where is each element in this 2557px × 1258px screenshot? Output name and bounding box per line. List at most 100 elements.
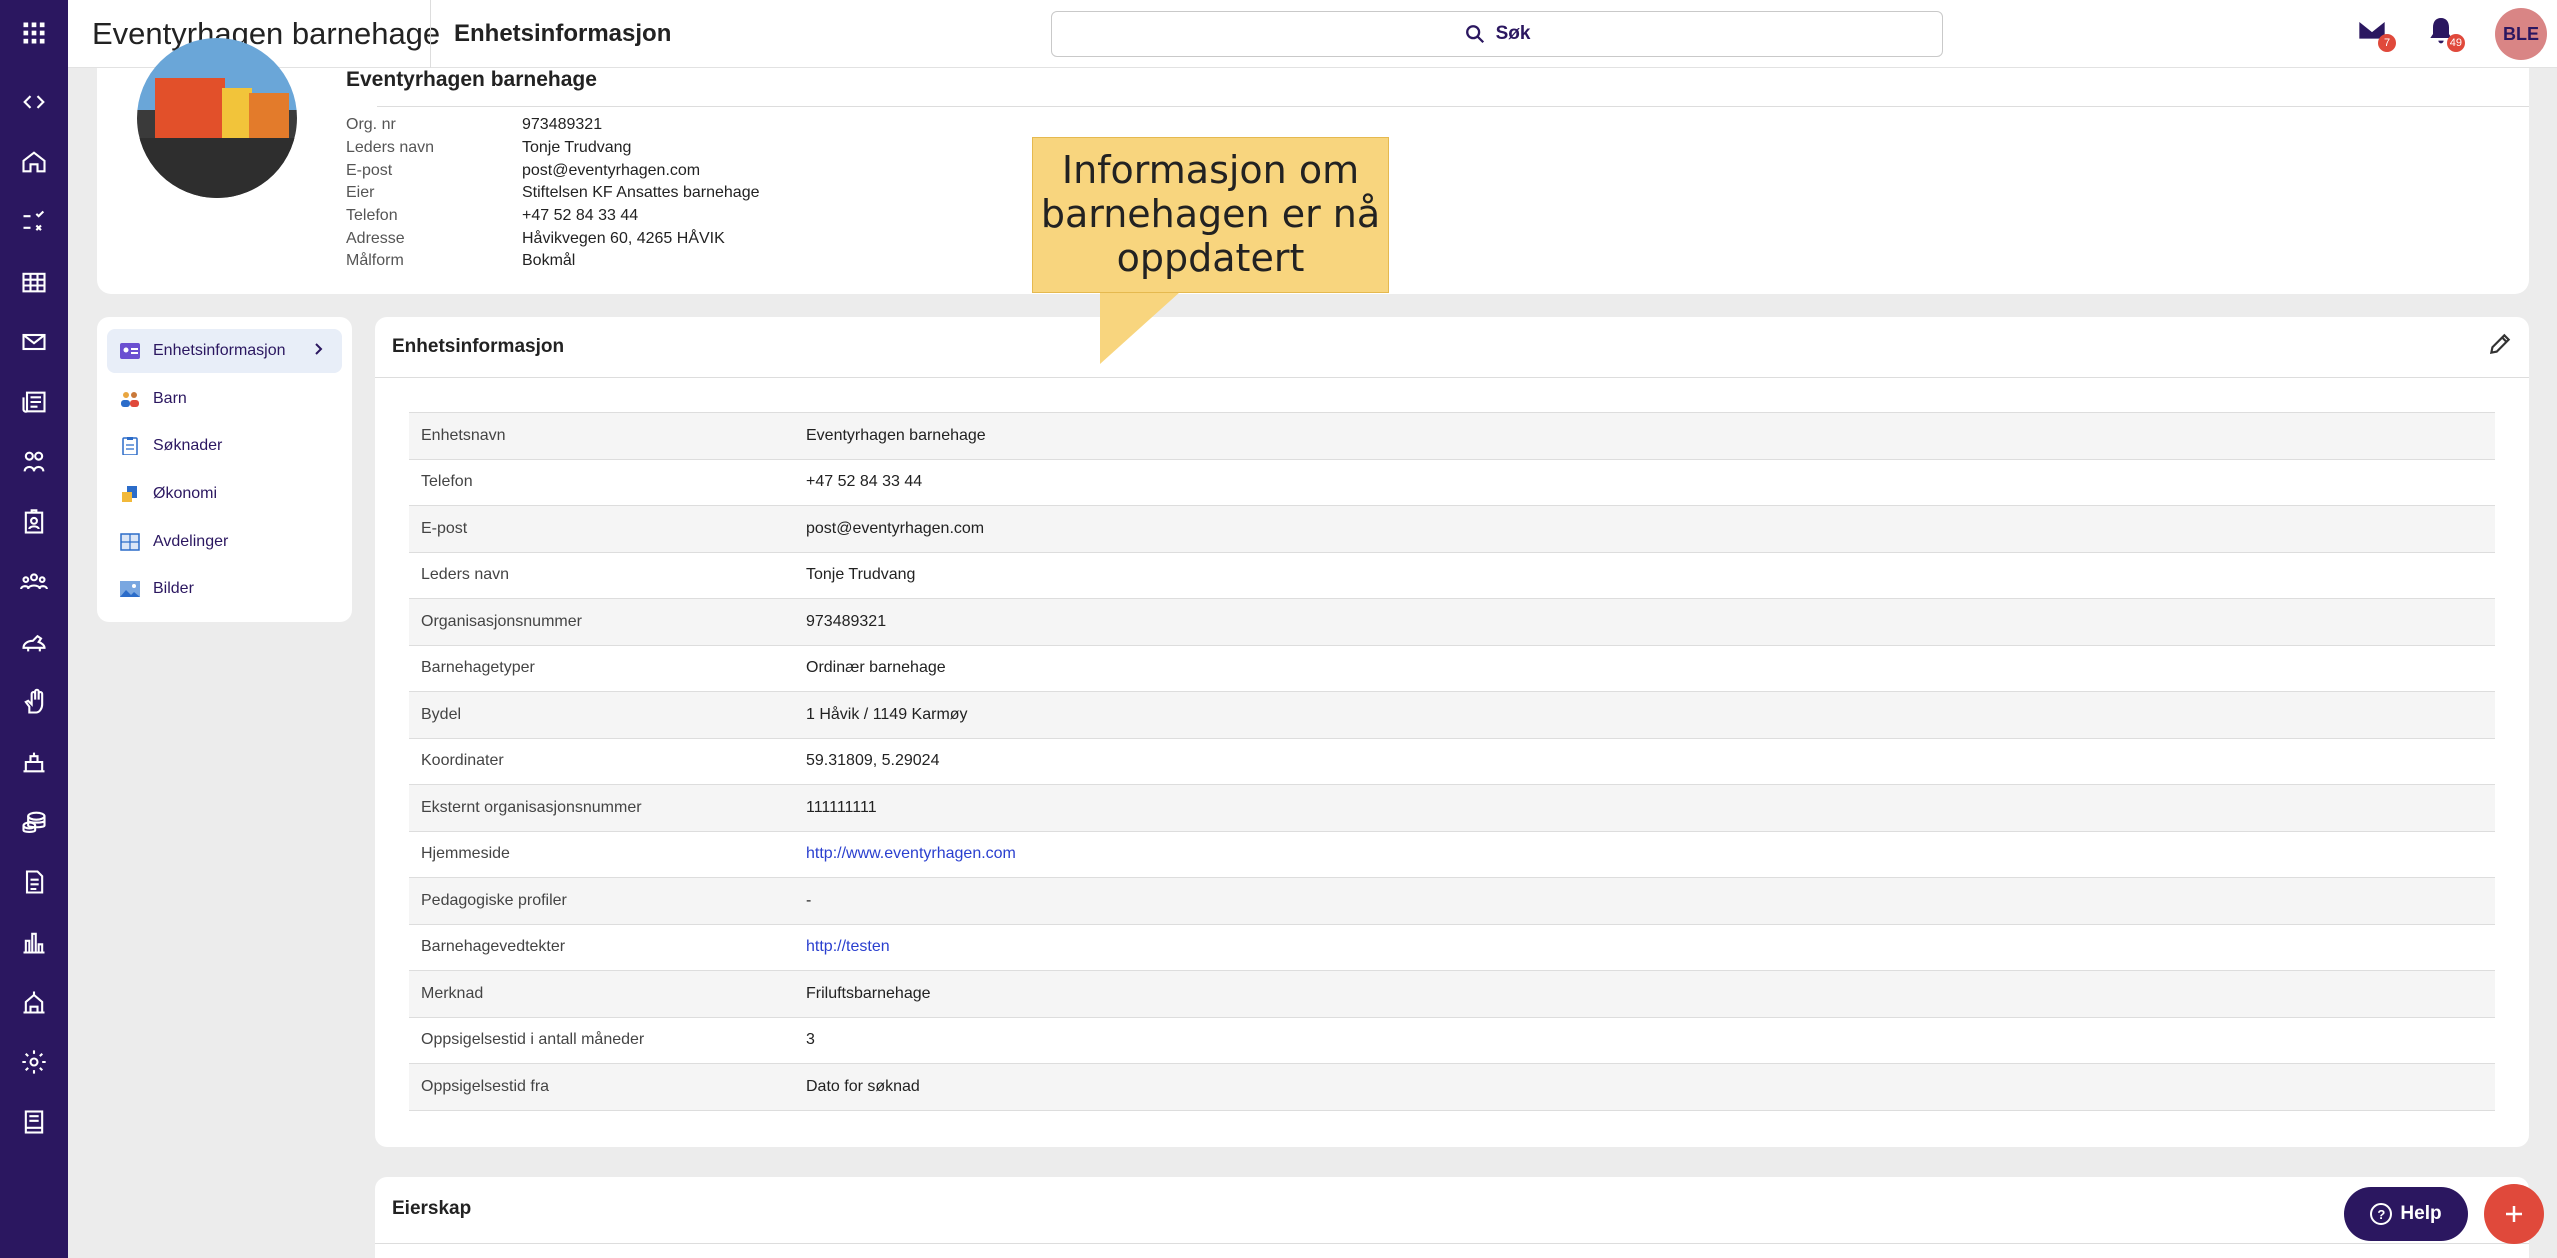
calendar-icon[interactable] [12, 260, 56, 304]
row-value: Eventyrhagen barnehage [806, 426, 986, 444]
table-row: Barnehagetyper Ordinær barnehage [409, 646, 2495, 692]
checklist-icon[interactable] [12, 200, 56, 244]
table-row: Koordinater 59.31809, 5.29024 [409, 739, 2495, 785]
row-value: post@eventyrhagen.com [806, 519, 985, 537]
building-icon[interactable] [12, 980, 56, 1024]
detail-value: Tonje Trudvang [522, 139, 632, 157]
book-icon[interactable] [12, 1100, 56, 1144]
menu-item-bilder[interactable]: Bilder [107, 567, 342, 611]
unit-name: Eventyrhagen barnehage [346, 68, 597, 91]
menu-item-label: Enhetsinformasjon [153, 342, 286, 359]
card-divider [375, 377, 2529, 378]
gear-icon[interactable] [12, 1040, 56, 1084]
row-label: Barnehagevedtekter [421, 938, 566, 956]
update-tooltip: Informasjon om barnehagen er nå oppdater… [1032, 137, 1389, 293]
add-button[interactable] [2484, 1184, 2544, 1244]
menu-item-label: Søknader [153, 437, 223, 455]
image-icon [120, 581, 140, 598]
left-rail [0, 0, 68, 1258]
user-avatar[interactable]: BLE [2495, 8, 2547, 60]
chart-icon[interactable] [12, 920, 56, 964]
row-value: 59.31809, 5.29024 [806, 752, 940, 770]
table-row: Oppsigelsestid fra Dato for søknad [409, 1064, 2495, 1111]
table-row: Eksternt organisasjonsnummer 111111111 [409, 785, 2495, 832]
tooltip-tail [1100, 292, 1180, 364]
edit-button[interactable] [2487, 331, 2513, 357]
row-label: Telefon [421, 473, 473, 491]
search-box[interactable]: Søk [1051, 11, 1943, 57]
room-icon[interactable] [12, 740, 56, 784]
expand-collapse-icon[interactable] [12, 80, 56, 124]
row-link[interactable]: http://www.eventyrhagen.com [806, 845, 1016, 863]
row-label: Enhetsnavn [421, 426, 506, 444]
row-value: 3 [806, 1031, 815, 1049]
table-row: Enhetsnavn Eventyrhagen barnehage [409, 413, 2495, 460]
detail-value: +47 52 84 33 44 [522, 207, 639, 225]
apps-grid-icon[interactable] [12, 11, 56, 55]
chevron-right-icon [315, 343, 323, 355]
table-row: Telefon +47 52 84 33 44 [409, 460, 2495, 506]
menu-item-soknader[interactable]: Søknader [107, 424, 342, 468]
detail-label: Org. nr [346, 116, 396, 134]
detail-row: E-post post@eventyrhagen.com [346, 159, 759, 182]
table-row: Hjemmeside http://www.eventyrhagen.com [409, 832, 2495, 878]
pets-icon[interactable] [12, 620, 56, 664]
children-icon[interactable] [12, 440, 56, 484]
help-icon: ? [2370, 1203, 2393, 1225]
app-title[interactable]: Eventyrhagen barnehage [92, 16, 440, 52]
row-value: Ordinær barnehage [806, 659, 946, 677]
table-row: Leders navn Tonje Trudvang [409, 553, 2495, 599]
detail-row: Telefon +47 52 84 33 44 [346, 205, 759, 228]
menu-item-okonomi[interactable]: Økonomi [107, 472, 342, 516]
menu-item-label: Avdelinger [153, 532, 229, 550]
top-divider [430, 0, 431, 68]
row-value: 973489321 [806, 612, 887, 630]
row-label: Eksternt organisasjonsnummer [421, 798, 642, 816]
table-row: Barnehagevedtekter http://testen [409, 925, 2495, 971]
menu-item-barn[interactable]: Barn [107, 377, 342, 421]
row-link[interactable]: http://testen [806, 938, 890, 956]
unit-side-menu: Enhetsinformasjon Barn Søknader Økonomi … [97, 317, 352, 622]
messages-button[interactable]: 7 [2356, 14, 2396, 54]
detail-value: post@eventyrhagen.com [522, 161, 701, 179]
unit-details: Org. nr 973489321 Leders navn Tonje Trudva… [346, 114, 759, 273]
row-label: Merknad [421, 984, 484, 1002]
search-label: Søk [1495, 23, 1531, 44]
detail-value: Stiftelsen KF Ansattes barnehage [522, 184, 760, 202]
detail-value: Bokmål [522, 252, 576, 270]
info-table: Enhetsnavn Eventyrhagen barnehage Telefon +… [409, 412, 2495, 1111]
notifications-badge: 49 [2446, 34, 2465, 52]
row-label: Leders navn [421, 566, 510, 584]
ownership-title: Eierskap [392, 1198, 472, 1219]
detail-value: 973489321 [522, 116, 603, 134]
top-bar: Eventyrhagen barnehage Enhetsinformasjon… [68, 0, 2557, 68]
ownership-divider [375, 1243, 2529, 1244]
table-row: E-post post@eventyrhagen.com [409, 506, 2495, 553]
help-button[interactable]: ? Help [2344, 1187, 2468, 1241]
menu-item-avdelinger[interactable]: Avdelinger [107, 520, 342, 564]
clipboard-icon [122, 437, 138, 456]
table-row: Merknad Friluftsbarnehage [409, 971, 2495, 1018]
badge-icon[interactable] [12, 500, 56, 544]
row-label: Bydel [421, 705, 462, 723]
mail-icon[interactable] [12, 320, 56, 364]
row-value: +47 52 84 33 44 [806, 473, 923, 491]
group-icon[interactable] [12, 560, 56, 604]
detail-label: Eier [346, 184, 375, 202]
detail-label: Adresse [346, 229, 405, 247]
document-icon[interactable] [12, 860, 56, 904]
pencil-icon [2489, 333, 2511, 355]
notifications-button[interactable]: 49 [2425, 14, 2465, 54]
row-value: Friluftsbarnehage [806, 984, 931, 1002]
detail-row: Eier Stiftelsen KF Ansattes barnehage [346, 182, 759, 205]
coins-icon[interactable] [12, 800, 56, 844]
row-label: E-post [421, 519, 468, 537]
menu-item-label: Barn [153, 389, 187, 407]
table-row: Oppsigelsestid i antall måneder 3 [409, 1018, 2495, 1064]
news-icon[interactable] [12, 380, 56, 424]
menu-item-enhetsinformasjon[interactable]: Enhetsinformasjon [107, 329, 342, 373]
children-icon [121, 391, 139, 407]
hand-icon[interactable] [12, 680, 56, 724]
home-icon[interactable] [12, 140, 56, 184]
unit-info-card: Enhetsinformasjon Enhetsnavn Eventyrhagen… [375, 317, 2529, 1147]
